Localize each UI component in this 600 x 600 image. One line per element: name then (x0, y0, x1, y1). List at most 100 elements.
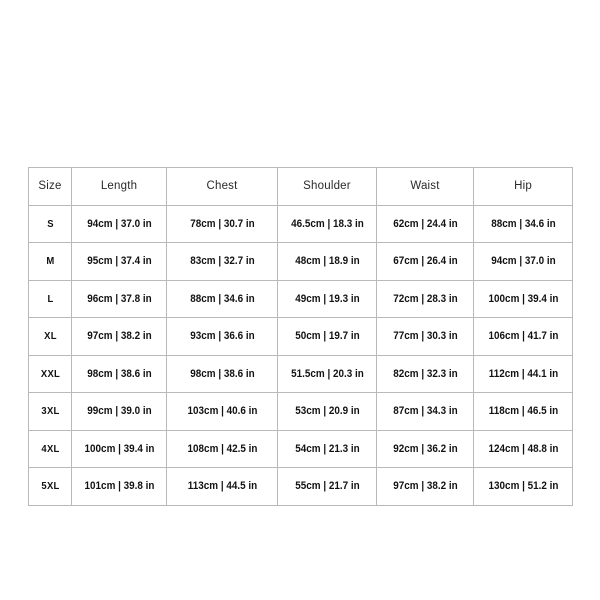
cell-length: 95cm | 37.4 in (75, 242, 163, 281)
cell-size-value: 4XL (40, 442, 60, 455)
cell-length: 100cm | 39.4 in (75, 429, 163, 468)
cell-length: 97cm | 38.2 in (75, 317, 163, 356)
cell-hip-value: 118cm | 46.5 in (488, 405, 558, 418)
cell-waist-value: 62cm | 24.4 in (392, 217, 458, 230)
cell-waist: 62cm | 24.4 in (380, 204, 470, 243)
cell-size-value: S (46, 217, 54, 230)
cell-hip-value: 88cm | 34.6 in (490, 217, 556, 230)
column-header-shoulder: Shoulder (277, 167, 377, 206)
cell-waist: 77cm | 30.3 in (380, 317, 470, 356)
cell-size: 5XL (30, 467, 70, 506)
column-header-length-label: Length (100, 180, 138, 193)
cell-chest-value: 113cm | 44.5 in (187, 480, 257, 493)
cell-shoulder: 46.5cm | 18.3 in (282, 204, 372, 243)
cell-waist-value: 82cm | 32.3 in (392, 367, 458, 380)
column-header-hip-label: Hip (514, 180, 532, 193)
cell-chest-value: 83cm | 32.7 in (189, 255, 255, 268)
cell-hip-value: 130cm | 51.2 in (488, 480, 558, 493)
cell-size: XL (30, 317, 70, 356)
cell-size: 3XL (30, 392, 70, 431)
cell-length: 101cm | 39.8 in (75, 467, 163, 506)
cell-length-value: 101cm | 39.8 in (84, 480, 154, 493)
cell-hip-value: 100cm | 39.4 in (488, 292, 558, 305)
column-header-length: Length (71, 167, 167, 206)
cell-chest: 103cm | 40.6 in (171, 392, 273, 431)
cell-hip: 118cm | 46.5 in (478, 392, 568, 431)
cell-shoulder: 51.5cm | 20.3 in (282, 354, 372, 393)
cell-chest: 98cm | 38.6 in (171, 354, 273, 393)
cell-waist-value: 77cm | 30.3 in (392, 330, 458, 343)
cell-size: 4XL (30, 429, 70, 468)
cell-length-value: 99cm | 39.0 in (86, 405, 152, 418)
cell-size-value: L (46, 292, 54, 305)
cell-hip: 88cm | 34.6 in (478, 204, 568, 243)
size-chart-table: Size Length Chest Shoulder Waist Hip S 9… (28, 167, 573, 506)
cell-hip: 124cm | 48.8 in (478, 429, 568, 468)
cell-shoulder-value: 51.5cm | 20.3 in (290, 367, 364, 380)
cell-chest: 93cm | 36.6 in (171, 317, 273, 356)
cell-chest: 88cm | 34.6 in (171, 279, 273, 318)
column-header-waist: Waist (376, 167, 474, 206)
table-row: L 96cm | 37.8 in 88cm | 34.6 in 49cm | 1… (29, 279, 573, 318)
column-header-waist-label: Waist (410, 180, 440, 193)
cell-chest-value: 78cm | 30.7 in (189, 217, 255, 230)
cell-shoulder-value: 50cm | 19.7 in (294, 330, 360, 343)
cell-hip-value: 124cm | 48.8 in (488, 442, 558, 455)
cell-waist: 92cm | 36.2 in (380, 429, 470, 468)
table-body: S 94cm | 37.0 in 78cm | 30.7 in 46.5cm |… (29, 204, 573, 506)
cell-shoulder: 55cm | 21.7 in (282, 467, 372, 506)
cell-hip: 94cm | 37.0 in (478, 242, 568, 281)
size-chart-page: Size Length Chest Shoulder Waist Hip S 9… (0, 0, 600, 600)
cell-chest: 83cm | 32.7 in (171, 242, 273, 281)
cell-waist-value: 97cm | 38.2 in (392, 480, 458, 493)
table-row: M 95cm | 37.4 in 83cm | 32.7 in 48cm | 1… (29, 242, 573, 281)
cell-length: 99cm | 39.0 in (75, 392, 163, 431)
cell-shoulder-value: 53cm | 20.9 in (294, 405, 360, 418)
cell-shoulder-value: 46.5cm | 18.3 in (290, 217, 364, 230)
cell-length-value: 98cm | 38.6 in (86, 367, 152, 380)
cell-size-value: 5XL (40, 480, 60, 493)
cell-hip-value: 106cm | 41.7 in (488, 330, 558, 343)
cell-length: 96cm | 37.8 in (75, 279, 163, 318)
cell-hip: 106cm | 41.7 in (478, 317, 568, 356)
table-row: 5XL 101cm | 39.8 in 113cm | 44.5 in 55cm… (29, 467, 573, 506)
cell-shoulder-value: 49cm | 19.3 in (294, 292, 360, 305)
table-row: 3XL 99cm | 39.0 in 103cm | 40.6 in 53cm … (29, 392, 573, 431)
table-header: Size Length Chest Shoulder Waist Hip (28, 167, 573, 206)
cell-length-value: 94cm | 37.0 in (86, 217, 152, 230)
column-header-shoulder-label: Shoulder (303, 180, 351, 193)
table-row: S 94cm | 37.0 in 78cm | 30.7 in 46.5cm |… (29, 204, 573, 243)
cell-chest-value: 98cm | 38.6 in (189, 367, 255, 380)
cell-waist: 67cm | 26.4 in (380, 242, 470, 281)
cell-shoulder: 53cm | 20.9 in (282, 392, 372, 431)
cell-shoulder: 54cm | 21.3 in (282, 429, 372, 468)
cell-chest-value: 93cm | 36.6 in (189, 330, 255, 343)
cell-size: L (30, 279, 70, 318)
cell-chest-value: 108cm | 42.5 in (187, 442, 257, 455)
cell-length-value: 97cm | 38.2 in (86, 330, 152, 343)
cell-size: S (30, 204, 70, 243)
column-header-chest-label: Chest (206, 180, 238, 193)
cell-waist-value: 72cm | 28.3 in (392, 292, 458, 305)
cell-waist-value: 92cm | 36.2 in (392, 442, 458, 455)
cell-hip: 112cm | 44.1 in (478, 354, 568, 393)
cell-chest: 78cm | 30.7 in (171, 204, 273, 243)
cell-shoulder-value: 48cm | 18.9 in (294, 255, 360, 268)
cell-length: 94cm | 37.0 in (75, 204, 163, 243)
column-header-chest: Chest (166, 167, 278, 206)
cell-waist-value: 87cm | 34.3 in (392, 405, 458, 418)
cell-waist: 82cm | 32.3 in (380, 354, 470, 393)
cell-shoulder-value: 55cm | 21.7 in (294, 480, 360, 493)
table-row: XXL 98cm | 38.6 in 98cm | 38.6 in 51.5cm… (29, 354, 573, 393)
cell-length-value: 100cm | 39.4 in (84, 442, 154, 455)
cell-hip: 100cm | 39.4 in (478, 279, 568, 318)
cell-waist: 97cm | 38.2 in (380, 467, 470, 506)
cell-shoulder: 48cm | 18.9 in (282, 242, 372, 281)
cell-length-value: 95cm | 37.4 in (86, 255, 152, 268)
cell-size: XXL (30, 354, 70, 393)
cell-shoulder: 50cm | 19.7 in (282, 317, 372, 356)
table-row: XL 97cm | 38.2 in 93cm | 36.6 in 50cm | … (29, 317, 573, 356)
cell-chest-value: 88cm | 34.6 in (189, 292, 255, 305)
cell-size-value: M (45, 255, 55, 268)
cell-size-value: XL (43, 330, 57, 343)
